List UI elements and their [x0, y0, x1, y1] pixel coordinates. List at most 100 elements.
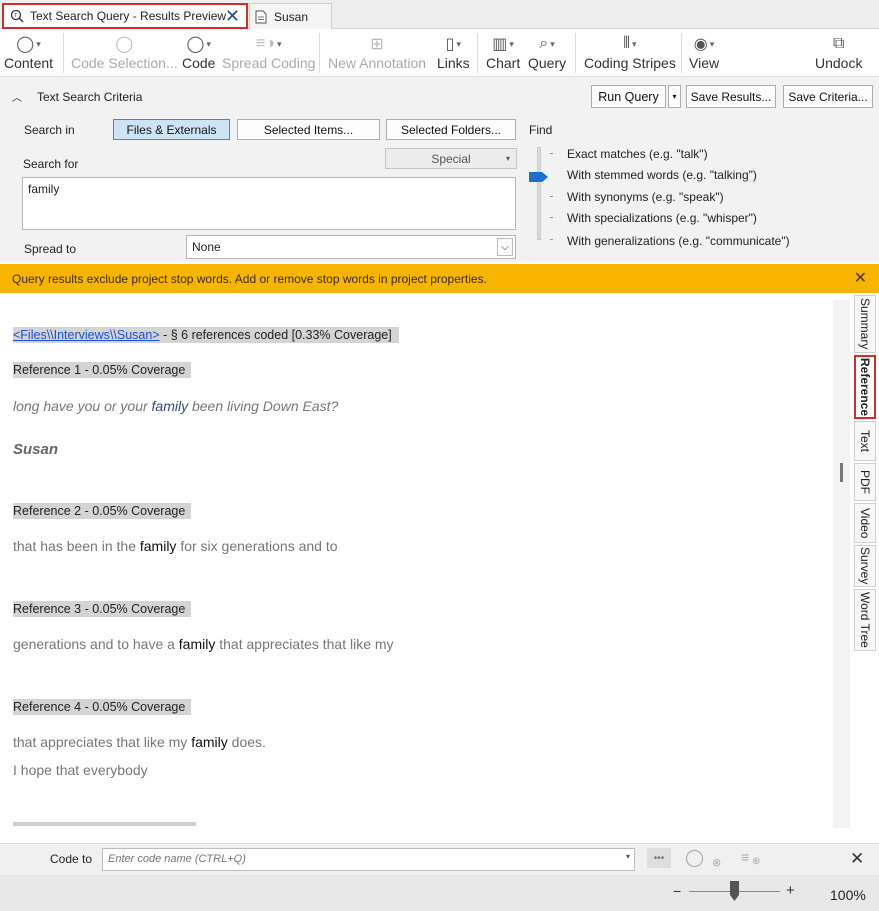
search-criteria-panel: ︿ Text Search Criteria Run Query ▾ Save … [0, 77, 879, 262]
side-tab-video[interactable]: Video [854, 503, 876, 543]
file-link[interactable]: <Files\\Interviews\\Susan> [13, 328, 160, 342]
toolbar-divider [477, 33, 478, 73]
spread-to-select[interactable]: None ⌵ [186, 235, 516, 259]
side-tab-word-tree[interactable]: Word Tree [854, 589, 876, 651]
results-scrollbar[interactable] [833, 300, 850, 828]
tab-susan[interactable]: Susan [249, 3, 332, 29]
spread-coding-button[interactable]: ≡◑ ▾ Spread Coding [222, 33, 315, 71]
side-tab-summary[interactable]: Summary [854, 295, 876, 353]
spread-coding-icon[interactable]: ≡ [741, 849, 749, 865]
reference-text: generations and to have a family that ap… [13, 636, 394, 652]
dropdown-caret-icon: ▾ [709, 38, 715, 49]
find-option-synonyms[interactable]: With synonyms (e.g. "speak") [567, 190, 724, 204]
next-reference-header-partial [13, 822, 196, 826]
side-tab-label: Summary [858, 298, 872, 350]
document-icon [255, 10, 267, 23]
run-query-dropdown[interactable]: ▾ [668, 85, 681, 108]
reference-header: Reference 4 - 0.05% Coverage [13, 699, 192, 715]
find-option-specializations[interactable]: With specializations (e.g. "whisper") [567, 211, 757, 225]
new-annotation-button[interactable]: ⊞ New Annotation [328, 33, 426, 71]
svg-text:T: T [14, 13, 17, 19]
toolbar-divider [681, 33, 682, 73]
search-for-label: Search for [23, 157, 79, 171]
undock-icon: ⧉ [833, 35, 845, 52]
close-warning-icon[interactable]: ✕ [854, 268, 867, 288]
text-before: long have you or your [13, 398, 152, 414]
zoom-slider-thumb[interactable] [730, 881, 739, 901]
run-query-button[interactable]: Run Query [591, 85, 666, 108]
slider-tick [550, 153, 553, 154]
dropdown-caret-icon: ▾ [672, 92, 677, 101]
tab-text-search-query[interactable]: T Text Search Query - Results Preview ✕ [2, 3, 248, 29]
find-slider-thumb[interactable] [529, 171, 548, 182]
code-selection-button[interactable]: ◯ Code Selection... [71, 33, 178, 71]
code-label: Code [182, 55, 216, 71]
code-name-field[interactable] [103, 849, 603, 869]
zoom-in-button[interactable]: + [786, 882, 795, 899]
coding-stripes-button[interactable]: ⫴ ▾ Coding Stripes [584, 33, 676, 71]
find-option-generalizations[interactable]: With generalizations (e.g. "communicate"… [567, 234, 790, 248]
code-selection-icon: ◯ [115, 36, 134, 53]
side-tab-text[interactable]: Text [854, 421, 876, 461]
view-label: View [689, 55, 720, 71]
status-bar: − + 100% [0, 875, 879, 911]
find-slider-track[interactable] [537, 147, 541, 240]
search-hit: family [191, 734, 228, 750]
view-side-tabs: Summary Reference Text PDF Video Survey … [851, 293, 879, 841]
search-in-files-externals[interactable]: Files & Externals [113, 119, 230, 140]
query-button[interactable]: ⌕ ▾ Query [528, 33, 566, 71]
search-in-selected-items[interactable]: Selected Items... [237, 119, 380, 140]
text-before: that has been in the [13, 538, 140, 554]
scrollbar-thumb[interactable] [840, 463, 843, 482]
special-dropdown[interactable]: Special ▾ [385, 148, 517, 169]
toolbar-divider [319, 33, 320, 73]
links-button[interactable]: ▯ ▾ Links [437, 33, 470, 71]
close-icon[interactable]: ✕ [850, 849, 864, 869]
view-button[interactable]: ◉ ▾ View [689, 33, 719, 71]
content-button[interactable]: ◯ ▾ Content [4, 33, 53, 71]
links-icon: ▯ [445, 36, 455, 53]
code-selection-icon[interactable]: ◯ [685, 848, 704, 868]
dropdown-caret-icon[interactable]: ▾ [626, 852, 630, 861]
search-in-selected-folders[interactable]: Selected Folders... [386, 119, 516, 140]
code-name-input[interactable]: ▾ [102, 848, 635, 871]
text-after: for six generations and to [176, 538, 338, 554]
stop-words-warning-bar: Query results exclude project stop words… [0, 264, 879, 293]
side-tab-survey[interactable]: Survey [854, 545, 876, 587]
collapse-chevron-icon[interactable]: ︿ [12, 89, 22, 104]
eye-icon: ◉ [693, 36, 708, 53]
side-tab-reference[interactable]: Reference [854, 355, 876, 419]
undock-label: Undock [815, 55, 863, 71]
content-icon: ◯ [16, 36, 35, 53]
query-icon: ⌕ [539, 35, 549, 52]
code-icon: ◯ [186, 36, 205, 53]
reference-text-continued: I hope that everybody [13, 762, 148, 778]
dropdown-caret-icon: ▾ [509, 38, 514, 49]
search-for-input[interactable]: family [22, 177, 516, 230]
close-tab-icon[interactable]: ✕ [225, 6, 240, 26]
query-search-icon: T [10, 9, 24, 23]
code-selection-label: Code Selection... [71, 55, 178, 71]
dropdown-caret-icon: ▾ [206, 38, 211, 49]
search-hit: family [151, 398, 189, 414]
find-option-stemmed[interactable]: With stemmed words (e.g. "talking") [567, 168, 757, 182]
dropdown-caret-icon: ▾ [456, 38, 462, 49]
uncode-icon[interactable]: ⊗ [712, 856, 721, 869]
side-tab-pdf[interactable]: PDF [854, 463, 876, 501]
chevron-down-icon: ⌵ [497, 238, 513, 256]
undock-button[interactable]: ⧉ Undock [815, 33, 862, 71]
browse-codes-button[interactable]: ••• [647, 848, 671, 868]
dropdown-caret-icon: ▾ [505, 154, 510, 163]
content-label: Content [4, 55, 54, 71]
chart-button[interactable]: ▥ ▾ Chart [486, 33, 520, 71]
find-option-exact[interactable]: Exact matches (e.g. "talk") [567, 147, 708, 161]
side-tab-label: Reference [858, 357, 872, 417]
query-label: Query [528, 55, 567, 71]
save-results-button[interactable]: Save Results... [686, 85, 776, 108]
zoom-out-button[interactable]: − [673, 883, 681, 899]
text-after: does. [227, 734, 266, 750]
reference-text: that has been in the family for six gene… [13, 538, 338, 554]
save-criteria-button[interactable]: Save Criteria... [783, 85, 873, 108]
tab-label: Text Search Query - Results Preview [30, 9, 227, 23]
code-button[interactable]: ◯ ▾ Code [182, 33, 215, 71]
